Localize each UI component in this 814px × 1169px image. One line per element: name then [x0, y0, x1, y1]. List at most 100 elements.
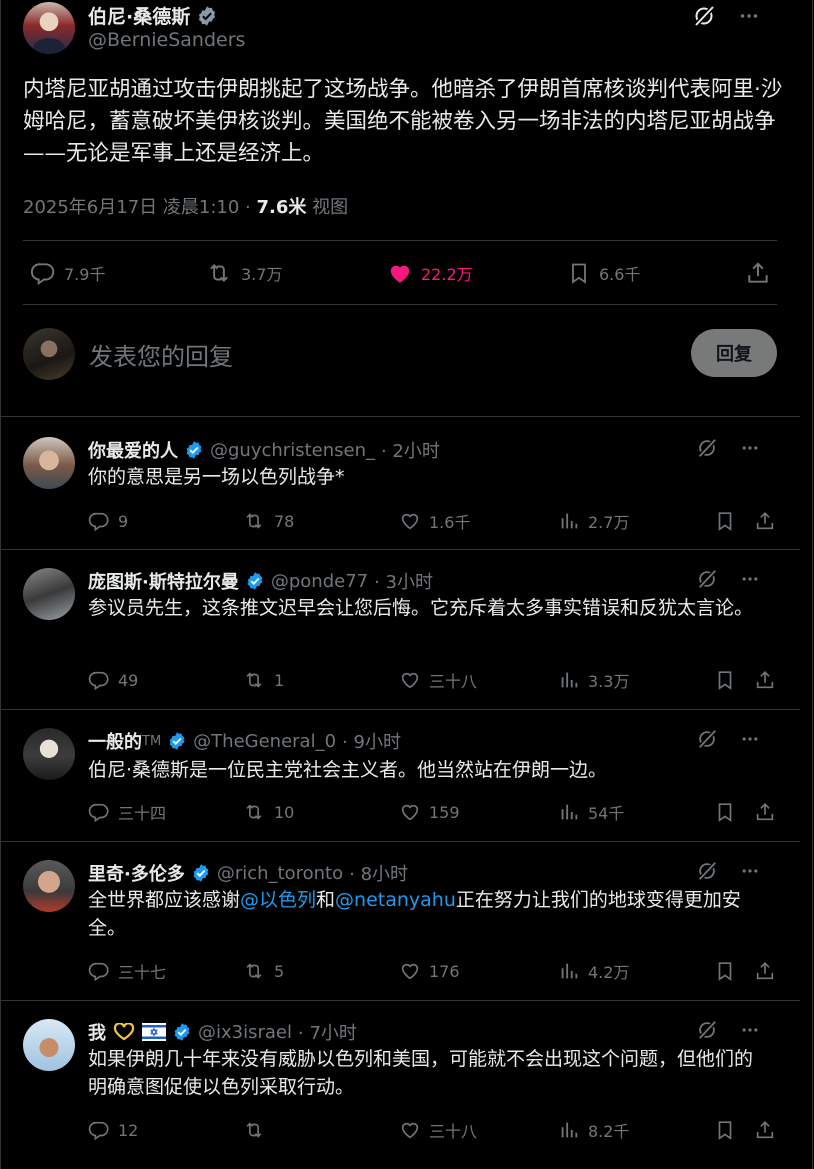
reply-header: 里奇·多伦多 @rich_toronto · 8小时: [88, 860, 408, 886]
reply-input[interactable]: 发表您的回复: [89, 337, 233, 372]
share-action[interactable]: [754, 507, 776, 535]
views-action[interactable]: 54千: [558, 798, 624, 826]
retweet-action[interactable]: 1: [242, 666, 284, 694]
reply-author-name[interactable]: 一般的: [88, 728, 142, 754]
share-action[interactable]: [754, 957, 776, 985]
like-action[interactable]: 1.6千: [399, 507, 470, 535]
like-action[interactable]: 三十八: [399, 1116, 477, 1144]
grok-icon[interactable]: [696, 568, 718, 590]
views-action[interactable]: 8.2千: [558, 1116, 629, 1144]
reply-item[interactable]: 我 @ix3israel · 7小时 如果伊朗几十年来没有威胁以色列和美国，可能…: [0, 1001, 800, 1169]
author-handle[interactable]: @BernieSanders: [88, 29, 245, 51]
reply-time[interactable]: · 8小时: [349, 860, 408, 886]
more-icon[interactable]: [740, 569, 760, 589]
bookmark-action[interactable]: [714, 507, 736, 535]
more-icon[interactable]: [740, 861, 760, 881]
reply-time[interactable]: · 9小时: [342, 728, 401, 754]
reply-actions: 三十四 10 159 54千: [88, 798, 778, 826]
views-action[interactable]: 2.7万: [558, 507, 629, 535]
retweet-action[interactable]: [242, 1116, 274, 1144]
retweet-action[interactable]: 3.7万: [205, 256, 282, 290]
share-action[interactable]: [754, 1116, 776, 1144]
more-icon[interactable]: [740, 438, 760, 458]
reply-avatar[interactable]: [23, 568, 75, 620]
grok-icon[interactable]: [692, 4, 716, 28]
reply-avatar[interactable]: [23, 860, 75, 912]
more-icon[interactable]: [740, 729, 760, 749]
mention-link[interactable]: @以色列: [240, 889, 316, 911]
share-action[interactable]: [754, 798, 776, 826]
reply-time[interactable]: · 3小时: [374, 568, 433, 594]
reply-action[interactable]: 9: [88, 507, 128, 535]
author-name[interactable]: 伯尼·桑德斯: [88, 2, 190, 29]
reply-time[interactable]: · 7小时: [298, 1019, 357, 1045]
reply-count: 9: [118, 511, 129, 531]
bookmark-action[interactable]: 6.6千: [567, 256, 640, 290]
bookmark-action[interactable]: [714, 1116, 736, 1144]
bookmark-action[interactable]: [714, 798, 736, 826]
reply-author-name[interactable]: 里奇·多伦多: [88, 860, 185, 886]
share-icon: [756, 512, 774, 530]
retweet-count: 3.7万: [241, 265, 283, 284]
reply-avatar[interactable]: [23, 728, 75, 780]
retweet-action[interactable]: 5: [242, 957, 284, 985]
reply-action[interactable]: 12: [88, 1116, 138, 1144]
bookmark-action[interactable]: [714, 957, 736, 985]
reply-button[interactable]: 回复: [691, 329, 777, 377]
bookmark-icon: [718, 512, 732, 531]
reply-author-name[interactable]: 我: [88, 1019, 106, 1045]
reply-author-name[interactable]: 你最爱的人: [88, 437, 178, 463]
views-count: 2.7万: [588, 513, 630, 532]
reply-action[interactable]: 三十四: [88, 798, 166, 826]
reply-avatar[interactable]: [23, 1019, 75, 1071]
retweet-count: 5: [274, 961, 285, 981]
reply-text: 全世界都应该感谢@以色列和@netanyahu正在努力让我们的地球变得更加安全。: [88, 886, 768, 942]
grok-icon[interactable]: [696, 728, 718, 750]
like-action[interactable]: 三十八: [399, 666, 477, 694]
mention-link[interactable]: @netanyahu: [335, 889, 456, 911]
verified-icon: [186, 441, 202, 459]
reply-item[interactable]: 一般的 TM @TheGeneral_0 · 9小时 伯尼·桑德斯是一位民主党社会…: [0, 710, 800, 841]
views-label: 视图: [306, 197, 349, 218]
reply-author-handle[interactable]: @TheGeneral_0: [193, 731, 336, 752]
grok-icon[interactable]: [696, 860, 718, 882]
views-count: 4.2万: [588, 963, 630, 982]
reply-item[interactable]: 你最爱的人 @guychristensen_ · 2小时 你的意思是另一场以色列…: [0, 417, 800, 549]
bookmark-action[interactable]: [714, 666, 736, 694]
like-action[interactable]: 176: [399, 957, 460, 985]
more-icon[interactable]: [738, 5, 760, 27]
reply-author-handle[interactable]: @rich_toronto: [217, 863, 343, 884]
reply-item[interactable]: 庞图斯·斯特拉尔曼 @ponde77 · 3小时 参议员先生，这条推文迟早会让您…: [0, 550, 800, 709]
retweet-action[interactable]: 78: [242, 507, 294, 535]
reply-action[interactable]: 7.9千: [30, 256, 105, 290]
divider-bottom: [23, 304, 777, 305]
like-action[interactable]: 159: [399, 798, 460, 826]
reply-time[interactable]: · 2小时: [381, 437, 440, 463]
retweet-action[interactable]: 10: [242, 798, 294, 826]
share-action[interactable]: [745, 256, 771, 290]
share-action[interactable]: [754, 666, 776, 694]
reply-author-name[interactable]: 庞图斯·斯特拉尔曼: [88, 568, 239, 594]
views-action[interactable]: 3.3万: [558, 666, 629, 694]
reply-action[interactable]: 49: [88, 666, 138, 694]
tweet-timestamp[interactable]: 2025年6月17日 凌晨1:10 ·: [23, 197, 256, 218]
reply-item[interactable]: 里奇·多伦多 @rich_toronto · 8小时 全世界都应该感谢@以色列和…: [0, 842, 800, 1000]
verified-icon: [174, 1023, 190, 1041]
reply-action[interactable]: 三十七: [88, 957, 166, 985]
more-icon[interactable]: [740, 1020, 760, 1040]
reply-author-handle[interactable]: @ix3israel: [198, 1022, 292, 1043]
grok-icon[interactable]: [696, 437, 718, 459]
reply-author-handle[interactable]: @ponde77: [271, 571, 368, 592]
author-avatar[interactable]: [23, 2, 75, 54]
heart-icon: [401, 513, 419, 530]
views-action[interactable]: 4.2万: [558, 957, 629, 985]
reply-header: 你最爱的人 @guychristensen_ · 2小时: [88, 437, 440, 463]
share-icon: [756, 1121, 774, 1139]
like-action[interactable]: 22.2万: [387, 256, 473, 290]
reply-author-handle[interactable]: @guychristensen_: [210, 440, 375, 461]
my-avatar[interactable]: [23, 328, 75, 380]
reply-avatar[interactable]: [23, 437, 75, 489]
tweet-text: 内塔尼亚胡通过攻击伊朗挑起了这场战争。他暗杀了伊朗首席核谈判代表阿里·沙姆哈尼，…: [23, 77, 783, 166]
grok-icon[interactable]: [696, 1019, 718, 1041]
tweet-meta: 2025年6月17日 凌晨1:10 · 7.6米 视图: [23, 193, 348, 219]
